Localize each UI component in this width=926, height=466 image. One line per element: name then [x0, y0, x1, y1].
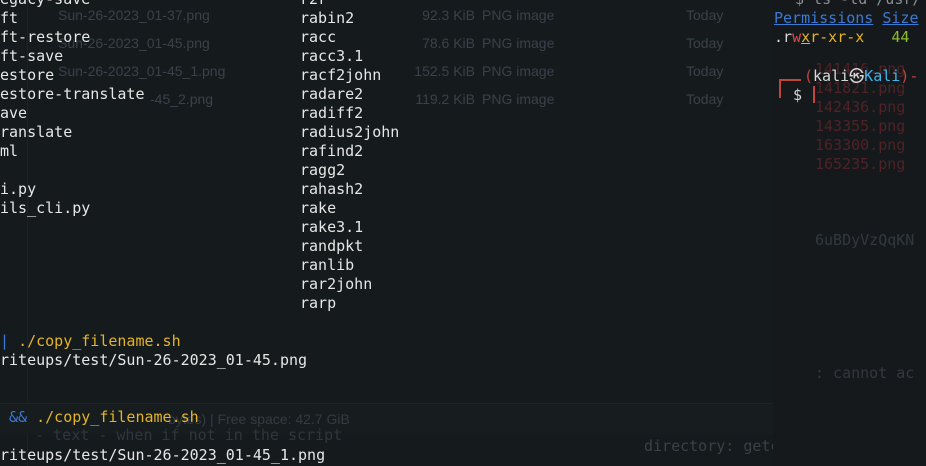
- ghost-error: : cannot ac: [815, 364, 915, 382]
- ls-entry: randpkt: [300, 237, 364, 255]
- prompt-user: kali: [813, 67, 850, 85]
- ls-entry: r2r: [300, 0, 327, 9]
- ls-entry: ml: [0, 142, 19, 160]
- ls-entry: i.py: [0, 180, 37, 198]
- ls-header: Permissions Size: [774, 9, 919, 28]
- prompt-symbol: ㉿: [849, 67, 865, 85]
- script-command: ./copy_filename.sh: [36, 408, 199, 426]
- ls-entry: radius2john: [300, 123, 400, 141]
- ls-entry: ft-save: [0, 47, 64, 65]
- command-output: riteups/test/Sun-26-2023_01-45.png: [0, 351, 308, 369]
- file-date: Today: [686, 91, 724, 107]
- ls-entry: radare2: [300, 85, 364, 103]
- file-row[interactable]: Sun-26-2023_01-37.png 92.3 KiB PNG image…: [0, 1, 760, 29]
- file-date: Today: [686, 63, 724, 79]
- ls-entry: racf2john: [300, 66, 382, 84]
- ls-entry: ils_cli.py: [0, 199, 91, 217]
- ghost-line: 143355.png: [815, 117, 906, 135]
- perm-prefix: .r: [774, 28, 793, 46]
- ls-entry: ave: [0, 104, 28, 122]
- ls-entry: rake: [300, 199, 337, 217]
- file-row[interactable]: Sun-26-2023_01-45.png 78.6 KiB PNG image…: [0, 29, 760, 57]
- script-command: ./copy_filename.sh: [18, 332, 181, 350]
- ls-command: $ ls -ld /usr/: [795, 0, 921, 9]
- ls-row: .rwxr-xr-x 44: [774, 28, 909, 47]
- ls-entry: racc: [300, 28, 337, 46]
- perm-write: w: [792, 28, 802, 46]
- ls-entry: ft-restore: [0, 28, 91, 46]
- ghost-line: 165235.png: [815, 155, 906, 173]
- ls-entry: rafind2: [300, 142, 364, 160]
- ls-entry: ranlib: [300, 256, 355, 274]
- ghost-line: 163300.png: [815, 136, 906, 154]
- file-size: 92.3 KiB: [422, 7, 475, 23]
- file-type: PNG image: [482, 63, 555, 79]
- size-value: 44: [891, 28, 910, 46]
- perm-exec: x: [801, 28, 811, 46]
- prompt-bracket: [779, 79, 801, 98]
- ls-entry: rabin2: [300, 9, 355, 27]
- ls-entry: rahash2: [300, 180, 364, 198]
- ls-entry: rar2john: [300, 275, 373, 293]
- command-line: && ./copy_filename.sh: [0, 408, 199, 427]
- file-name: Sun-26-2023_01-45_1.png: [58, 63, 226, 79]
- ghost-token: 6uBDyVzQqKN: [815, 231, 915, 249]
- ls-entry: egacy-save: [0, 0, 90, 9]
- command-line: | ./copy_filename.sh: [0, 332, 181, 351]
- right-terminal-pane[interactable]: $ ls -ld /usr/ Permissions Size .rwxr-xr…: [773, 0, 926, 466]
- and-operator: &&: [0, 408, 37, 426]
- file-name: Sun-26-2023_01-37.png: [58, 7, 210, 23]
- ghost-line: 142436.png: [815, 98, 906, 116]
- ghost-text: - text - when if not in the script: [8, 426, 343, 444]
- prompt-line: (kali㉿Kali)-: [804, 67, 919, 85]
- ls-entry: racc3.1: [300, 47, 364, 65]
- ls-entry: ranslate: [0, 123, 73, 141]
- ls-entry: rarp: [300, 294, 337, 312]
- file-type: PNG image: [482, 35, 555, 51]
- pipe-operator: |: [0, 332, 19, 350]
- file-name: -45_2.png: [150, 91, 214, 107]
- prompt-host: Kali: [864, 67, 901, 85]
- file-type: PNG image: [482, 7, 555, 23]
- file-date: Today: [686, 35, 724, 51]
- permissions-header: Permissions: [774, 9, 874, 27]
- ls-entry: ragg2: [300, 161, 346, 179]
- ls-entry: rake3.1: [300, 218, 364, 236]
- size-header: Size: [882, 9, 919, 27]
- command-output: riteups/test/Sun-26-2023_01-45_1.png: [0, 446, 326, 464]
- terminal-cursor: [813, 86, 815, 103]
- ls-entry: estore-translate: [0, 85, 145, 103]
- ls-entry: estore: [0, 66, 55, 84]
- file-date: Today: [686, 7, 724, 23]
- ls-entry: ft: [0, 9, 19, 27]
- file-type: PNG image: [482, 91, 555, 107]
- ls-entry: radiff2: [300, 104, 364, 122]
- perm-rest: r-xr-x: [810, 28, 865, 46]
